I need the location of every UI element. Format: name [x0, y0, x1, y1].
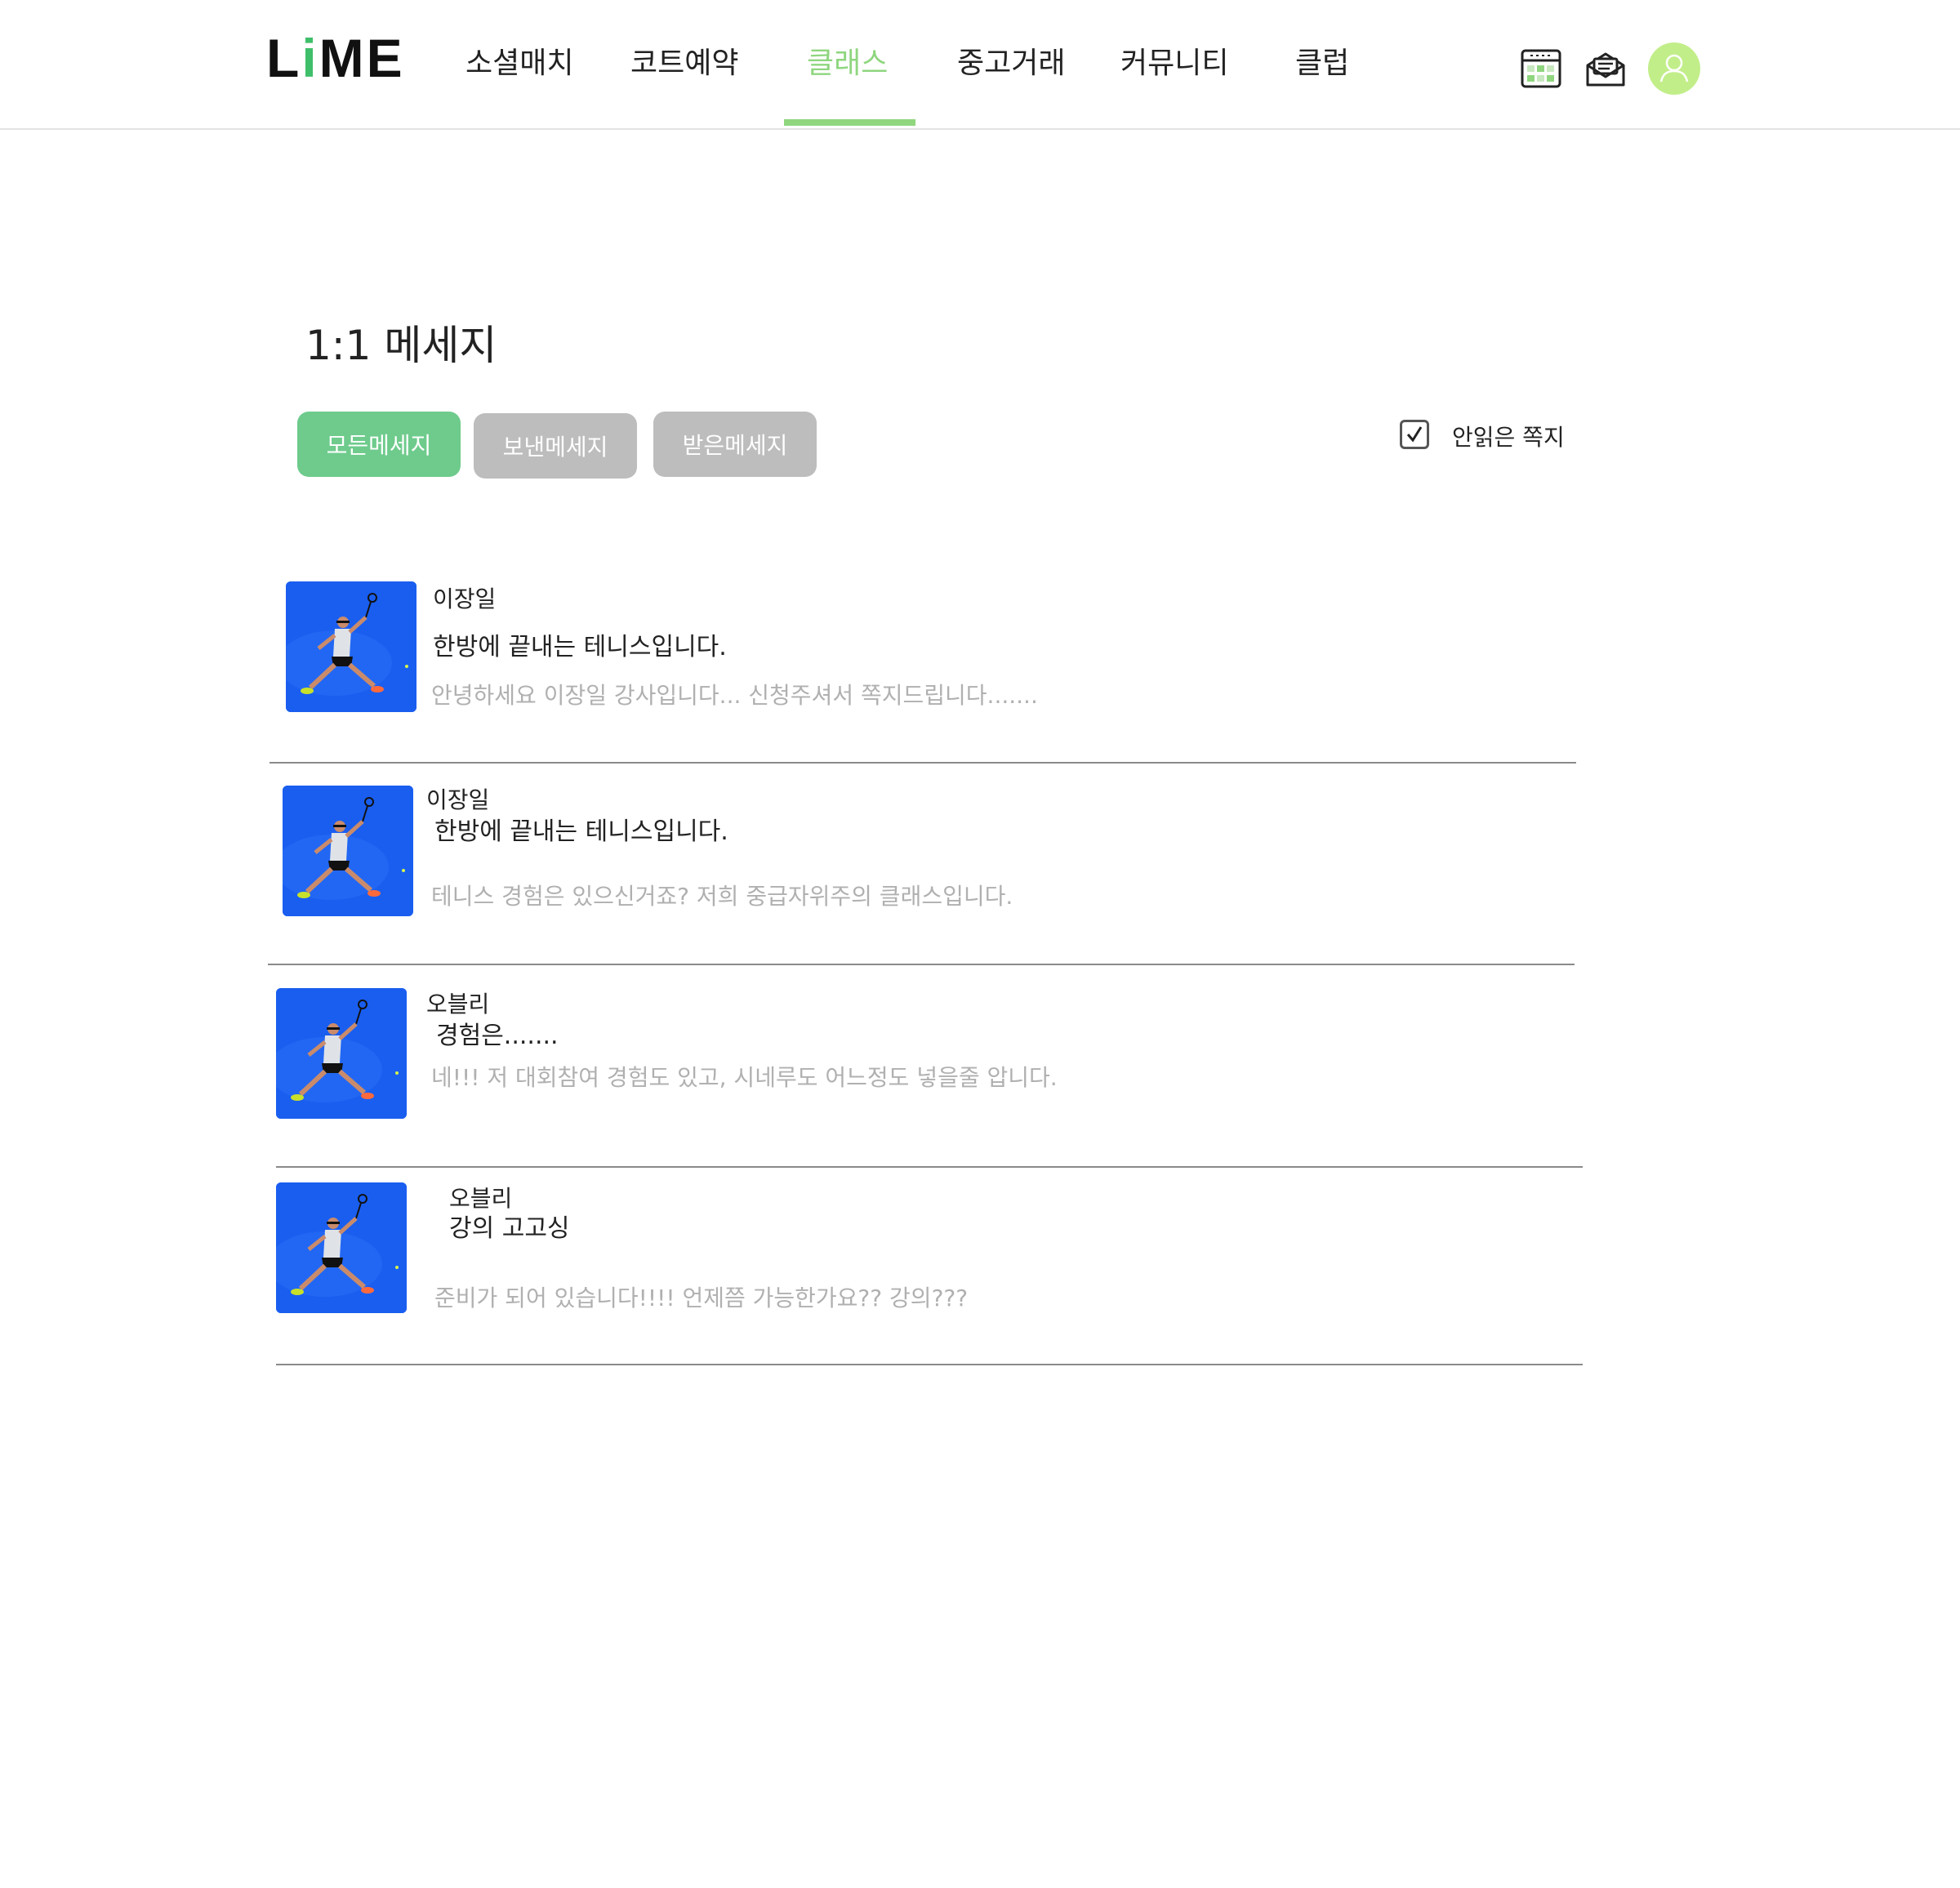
message-sender: 오블리 [449, 1185, 513, 1212]
page-title: 1:1 메세지 [305, 322, 497, 369]
message-thumbnail-image [276, 988, 407, 1119]
nav-class[interactable]: 클래스 [807, 49, 888, 78]
user-avatar[interactable] [1648, 42, 1700, 95]
message-thumbnail-image [286, 581, 416, 712]
mail-icon[interactable] [1584, 49, 1627, 91]
calendar-icon[interactable] [1521, 49, 1561, 91]
message-preview: 안녕하세요 이장일 강사입니다... 신청주셔서 쪽지드립니다....... [431, 682, 1038, 709]
message-subject: 경험은....... [436, 1022, 559, 1050]
logo-text-l: L [266, 28, 302, 88]
message-sender: 이장일 [426, 786, 490, 813]
lime-logo[interactable]: LiME [266, 31, 405, 85]
logo-text-me: ME [318, 28, 405, 88]
message-preview: 테니스 경험은 있으신거죠? 저희 중급자위주의 클래스입니다. [431, 883, 1013, 910]
message-sender: 이장일 [433, 586, 497, 612]
message-thumbnail-image [276, 1182, 407, 1313]
unread-only-checkbox[interactable] [1400, 420, 1429, 449]
active-nav-indicator [784, 119, 915, 126]
checkmark-icon [1406, 426, 1423, 443]
message-thumbnail-image [283, 786, 413, 916]
logo-text-i: i [301, 31, 318, 85]
filter-sent-messages-button[interactable]: 보낸메세지 [474, 413, 637, 479]
message-subject: 한방에 끝내는 테니스입니다. [434, 817, 728, 846]
filter-all-messages-button[interactable]: 모든메세지 [297, 412, 461, 477]
message-divider [276, 1364, 1583, 1365]
nav-used-trade[interactable]: 중고거래 [957, 49, 1065, 78]
user-avatar-icon [1659, 54, 1689, 82]
message-preview: 준비가 되어 있습니다!!!! 언제쯤 가능한가요?? 강의??? [434, 1285, 969, 1311]
nav-community[interactable]: 커뮤니티 [1120, 49, 1228, 78]
message-divider [276, 1166, 1583, 1168]
nav-court-reservation[interactable]: 코트예약 [630, 49, 738, 78]
message-subject: 강의 고고싱 [449, 1214, 570, 1243]
message-preview: 네!!! 저 대회참여 경험도 있고, 시네루도 어느정도 넣을줄 압니다. [431, 1064, 1058, 1091]
filter-received-messages-button[interactable]: 받은메세지 [653, 412, 817, 477]
unread-only-label: 안읽은 쪽지 [1452, 424, 1565, 451]
message-subject: 한방에 끝내는 테니스입니다. [433, 633, 727, 661]
message-divider [268, 964, 1575, 965]
message-divider [270, 762, 1576, 764]
message-sender: 오블리 [426, 991, 490, 1017]
logo-letter-i: i [301, 28, 319, 88]
nav-social-match[interactable]: 소셜매치 [466, 49, 573, 78]
nav-club[interactable]: 클럽 [1295, 49, 1349, 78]
